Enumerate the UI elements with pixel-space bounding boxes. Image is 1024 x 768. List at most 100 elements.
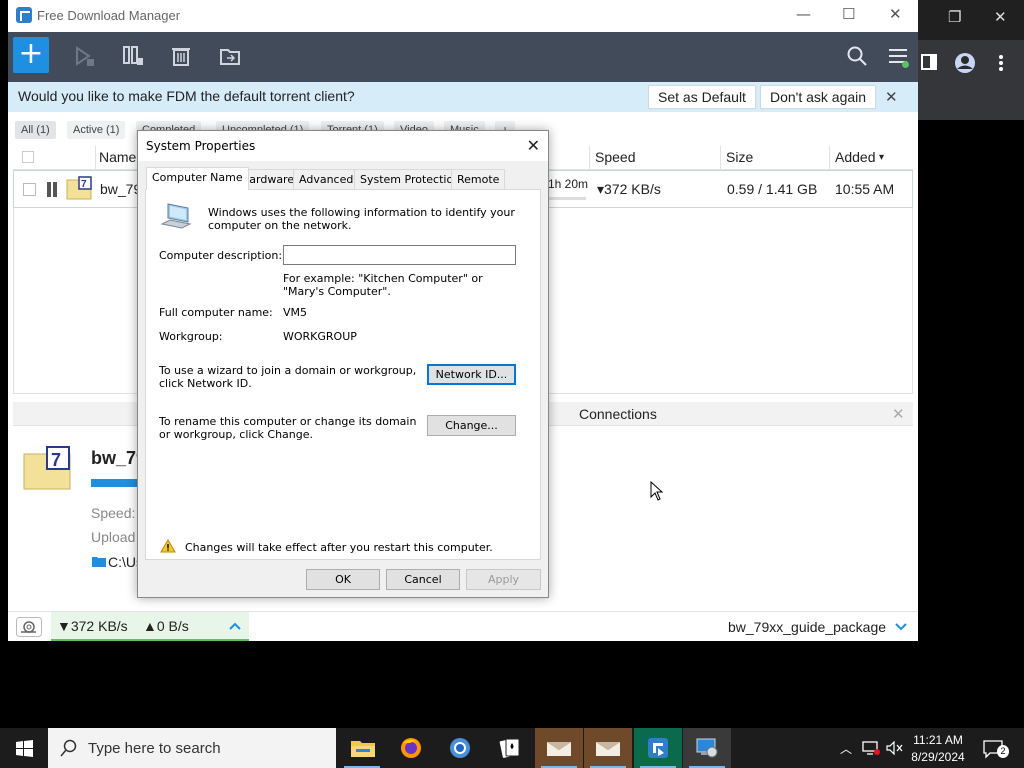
set-as-default-button[interactable]: Set as Default (648, 85, 756, 109)
search-icon[interactable] (846, 45, 868, 67)
taskbar-search-box[interactable]: Type here to search (48, 728, 336, 768)
start-button[interactable] (0, 728, 48, 768)
tab-remote[interactable]: Remote (451, 169, 506, 189)
speed-label: Speed: (91, 505, 136, 521)
tab-system-protection[interactable]: System Protection (354, 169, 467, 189)
folder-icon (92, 557, 106, 567)
banner-message: Would you like to make FDM the default t… (18, 88, 355, 104)
pause-icon[interactable] (122, 45, 144, 67)
row-pause-icon[interactable] (45, 182, 59, 197)
filter-active[interactable]: Active (1) (67, 121, 126, 139)
search-placeholder: Type here to search (88, 740, 221, 757)
cancel-button[interactable]: Cancel (386, 569, 460, 590)
sidebar-icon[interactable] (921, 54, 937, 70)
column-name[interactable]: Name (99, 149, 136, 165)
update-indicator (902, 61, 909, 68)
system-properties-icon (696, 738, 718, 758)
delete-icon[interactable] (170, 45, 192, 67)
change-button[interactable]: Change... (427, 415, 516, 436)
column-added[interactable]: Added (835, 149, 875, 165)
restore-icon[interactable]: ❐ (948, 8, 961, 26)
taskbar-fdm[interactable] (634, 728, 682, 768)
play-icon[interactable] (73, 45, 95, 67)
details-progress-bar (91, 479, 143, 487)
restart-warning: Changes will take effect after you resta… (185, 541, 493, 554)
row-progress-bar (548, 197, 586, 200)
upload-speed-status: ▲0 B/s (143, 618, 189, 634)
more-icon[interactable] (998, 54, 1004, 72)
description-example: For example: "Kitchen Computer" or "Mary… (283, 272, 483, 298)
archive-large-icon: 7 (23, 446, 71, 490)
ok-button[interactable]: OK (306, 569, 380, 590)
change-instructions: To rename this computer or change its do… (159, 415, 417, 441)
dialog-close-button[interactable]: ✕ (527, 136, 540, 155)
windows-taskbar: Type here to search ︿ 11:21 AM 8/29/2024… (0, 728, 1024, 768)
taskbar-solitaire[interactable] (485, 728, 533, 768)
computer-icon (160, 203, 192, 229)
default-client-banner: Would you like to make FDM the default t… (8, 82, 918, 112)
taskbar-app-2[interactable] (584, 728, 632, 768)
snail-icon[interactable] (16, 617, 42, 637)
intro-text: Windows uses the following information t… (208, 206, 515, 232)
fdm-app-icon (648, 738, 668, 758)
network-icon[interactable] (862, 741, 880, 755)
tab-computer-name[interactable]: Computer Name (146, 167, 249, 190)
dialog-title: System Properties (146, 139, 256, 153)
fdm-titlebar: Free Download Manager — ☐ ✕ (8, 0, 918, 32)
fdm-logo-icon (16, 7, 32, 23)
download-added: 10:55 AM (835, 181, 895, 197)
computer-description-field[interactable] (283, 245, 516, 265)
show-hidden-icons[interactable]: ︿ (840, 740, 852, 757)
svg-text:7: 7 (81, 179, 87, 190)
download-speed-status: ▼372 KB/s (57, 618, 128, 634)
close-icon[interactable]: ✕ (994, 8, 1007, 26)
archive-file-icon: 7 (66, 176, 92, 200)
notification-count-badge: 2 (997, 745, 1009, 758)
speed-panel[interactable]: ▼372 KB/s ▲0 B/s (51, 612, 249, 641)
banner-close-icon[interactable]: ✕ (885, 88, 898, 106)
sort-desc-icon: ▾ (879, 152, 885, 163)
full-computer-name-value: VM5 (283, 306, 308, 319)
svg-text:7: 7 (51, 450, 61, 470)
tab-advanced[interactable]: Advanced (293, 169, 360, 189)
firefox-icon (401, 738, 421, 758)
upload-label: Upload (91, 529, 136, 545)
profile-icon[interactable] (954, 52, 976, 74)
filter-all[interactable]: All (1) (15, 121, 56, 139)
maximize-button[interactable]: ☐ (842, 5, 855, 23)
warning-icon (160, 539, 176, 553)
chevron-up-icon[interactable] (229, 622, 241, 630)
download-name: bw_79 (100, 181, 142, 197)
full-computer-name-label: Full computer name: (159, 306, 273, 319)
dont-ask-again-button[interactable]: Don't ask again (760, 85, 877, 109)
clock-time[interactable]: 11:21 AM (900, 733, 976, 747)
browser-toolbar (918, 40, 1024, 120)
move-folder-icon[interactable] (219, 45, 241, 67)
taskbar-app-1[interactable] (535, 728, 583, 768)
taskbar-file-explorer[interactable] (338, 728, 386, 768)
select-all-checkbox[interactable] (22, 151, 34, 163)
apply-button[interactable]: Apply (466, 569, 541, 590)
network-id-button[interactable]: Network ID... (427, 364, 516, 385)
file-explorer-icon (351, 741, 375, 757)
column-size[interactable]: Size (726, 149, 753, 165)
system-properties-dialog: System Properties ✕ Computer Name Hardwa… (137, 130, 549, 598)
minimize-button[interactable]: — (796, 5, 811, 23)
column-speed[interactable]: Speed (595, 149, 635, 165)
clock-date[interactable]: 8/29/2024 (900, 750, 976, 764)
taskbar-firefox[interactable] (387, 728, 435, 768)
taskbar-system-properties[interactable] (683, 728, 731, 768)
mouse-cursor-icon (650, 481, 664, 501)
envelope-app-icon (596, 742, 620, 756)
taskbar-chrome[interactable] (436, 728, 484, 768)
connections-tab[interactable]: Connections (579, 406, 657, 422)
download-speed: ▾372 KB/s (597, 181, 661, 197)
add-download-button[interactable]: + (13, 37, 49, 73)
close-button[interactable]: ✕ (889, 5, 902, 23)
chevron-down-icon[interactable] (895, 623, 907, 631)
row-checkbox[interactable] (23, 183, 36, 196)
background-browser-window: ❐ ✕ (918, 0, 1024, 120)
details-close-icon[interactable]: ✕ (892, 405, 905, 423)
fdm-toolbar: + (8, 32, 918, 82)
status-bar: ▼372 KB/s ▲0 B/s bw_79xx_guide_package (8, 611, 918, 641)
